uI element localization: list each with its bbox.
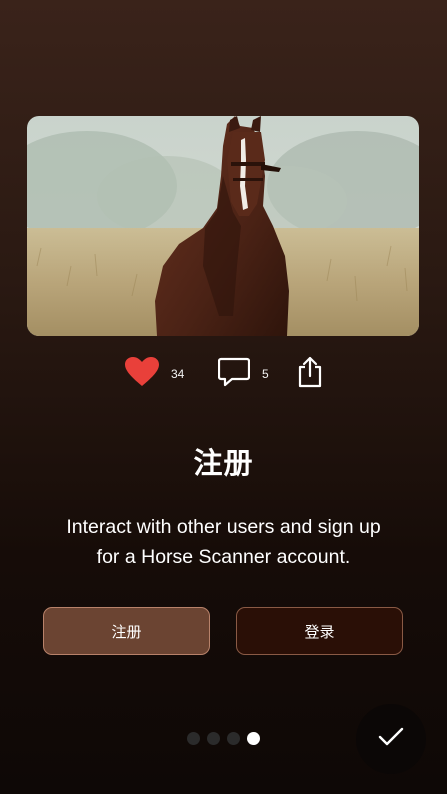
comment-action[interactable]: 5 [217,356,269,392]
like-action[interactable]: 34 [125,356,184,392]
share-icon [297,356,323,392]
login-button[interactable]: 登录 [236,607,403,655]
page-dot[interactable] [227,732,240,745]
heart-icon [125,357,159,391]
page-description: Interact with other users and sign up fo… [66,516,381,568]
horse-photo [27,116,419,336]
comment-count: 5 [262,367,269,381]
like-count: 34 [171,367,185,381]
page-title: 注册 [193,446,254,480]
register-button[interactable]: 注册 [43,607,210,655]
comment-icon [217,357,251,391]
page-dot[interactable] [187,732,200,745]
done-button[interactable] [356,704,426,774]
page-dot-active[interactable] [247,732,260,745]
social-actions: 34 5 [0,356,447,392]
login-button-label: 登录 [304,622,335,641]
page-dot[interactable] [207,732,220,745]
share-button[interactable] [297,356,323,392]
hero-image [27,116,419,336]
checkmark-icon [378,727,404,751]
page-indicator [187,732,260,745]
register-button-label: 注册 [111,622,142,641]
